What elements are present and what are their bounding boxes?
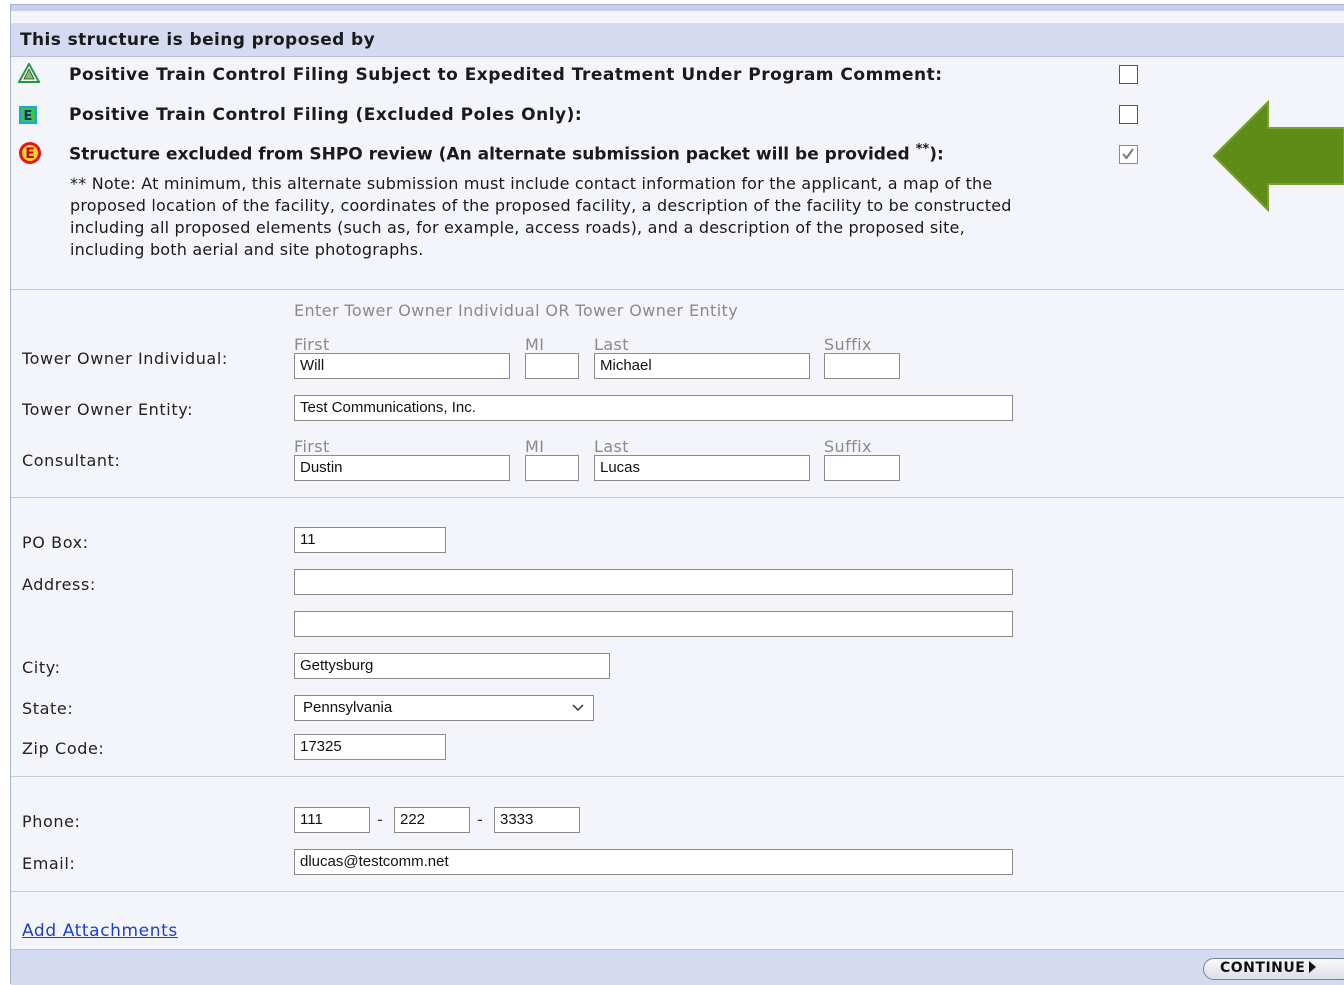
- consultant-last-name-input[interactable]: Lucas: [594, 455, 810, 481]
- phone-prefix-input[interactable]: 222: [394, 807, 470, 833]
- address-line2-input[interactable]: [294, 611, 1013, 637]
- continue-button-label: CONTINUE: [1220, 960, 1306, 976]
- owner-last-name-input[interactable]: Michael: [594, 353, 810, 379]
- checkmark-icon: [1122, 148, 1134, 160]
- green-left-arrow-icon: [1212, 100, 1344, 212]
- consultant-suffix-input[interactable]: [824, 455, 900, 481]
- note-text: Note: At minimum, this alternate submiss…: [70, 174, 1012, 259]
- consultant-label: Consultant:: [22, 451, 121, 470]
- po-box-label: PO Box:: [22, 533, 89, 552]
- owner-mi-input[interactable]: [525, 353, 579, 379]
- section-header: This structure is being proposed by: [11, 23, 1344, 57]
- top-bar: [11, 5, 1344, 11]
- option-ptc-expedited-checkbox[interactable]: [1119, 65, 1138, 84]
- zip-code-label: Zip Code:: [22, 739, 105, 758]
- address-label: Address:: [22, 575, 96, 594]
- email-label: Email:: [22, 854, 76, 873]
- sub-label-first: First: [294, 437, 330, 456]
- owner-entity-input[interactable]: Test Communications, Inc.: [294, 395, 1013, 421]
- state-selected-value: Pennsylvania: [303, 699, 393, 716]
- option-shpo-excluded-text: Structure excluded from SHPO review (An …: [69, 144, 910, 165]
- phone-area-code-input[interactable]: 111: [294, 807, 370, 833]
- continue-button[interactable]: CONTINUE: [1203, 958, 1344, 980]
- tower-owner-individual-label: Tower Owner Individual:: [22, 349, 228, 368]
- divider: [11, 776, 1344, 777]
- option-shpo-excluded-marker: **: [915, 142, 930, 157]
- sub-label-suffix: Suffix: [824, 335, 872, 354]
- phone-separator: -: [377, 810, 383, 829]
- option-shpo-excluded-label: Structure excluded from SHPO review (An …: [69, 142, 944, 165]
- owner-instruction: Enter Tower Owner Individual OR Tower Ow…: [294, 301, 739, 320]
- state-label: State:: [22, 699, 74, 718]
- sub-label-mi: MI: [525, 437, 545, 456]
- zip-code-input[interactable]: 17325: [294, 734, 446, 760]
- section-title: This structure is being proposed by: [20, 30, 376, 50]
- divider: [11, 497, 1344, 498]
- footer-bar: CONTINUE: [11, 949, 1344, 985]
- shpo-note: ** Note: At minimum, this alternate subm…: [70, 173, 1020, 261]
- owner-first-name-input[interactable]: Will: [294, 353, 510, 379]
- state-select[interactable]: Pennsylvania: [294, 695, 594, 721]
- phone-label: Phone:: [22, 812, 81, 831]
- email-input[interactable]: dlucas@testcomm.net: [294, 849, 1013, 875]
- svg-text:E: E: [25, 146, 35, 162]
- option-shpo-excluded-checkbox[interactable]: [1119, 145, 1138, 164]
- option-shpo-excluded-suffix: ):: [929, 144, 944, 165]
- sub-label-last: Last: [594, 335, 629, 354]
- city-input[interactable]: Gettysburg: [294, 653, 610, 679]
- svg-text:E: E: [24, 109, 33, 124]
- phone-line-number-input[interactable]: 3333: [494, 807, 580, 833]
- add-attachments-link[interactable]: Add Attachments: [22, 921, 178, 941]
- sub-label-mi: MI: [525, 335, 545, 354]
- chevron-down-icon: [572, 704, 584, 712]
- owner-suffix-input[interactable]: [824, 353, 900, 379]
- option-ptc-expedited-label: Positive Train Control Filing Subject to…: [69, 65, 943, 85]
- green-warning-triangle-icon: [18, 63, 40, 83]
- play-arrow-icon: [1309, 961, 1317, 973]
- option-ptc-excluded-poles-checkbox[interactable]: [1119, 105, 1138, 124]
- sub-label-last: Last: [594, 437, 629, 456]
- sub-label-suffix: Suffix: [824, 437, 872, 456]
- divider: [11, 289, 1344, 290]
- sub-label-first: First: [294, 335, 330, 354]
- city-label: City:: [22, 658, 61, 677]
- consultant-first-name-input[interactable]: Dustin: [294, 455, 510, 481]
- consultant-mi-input[interactable]: [525, 455, 579, 481]
- option-ptc-excluded-poles-label: Positive Train Control Filing (Excluded …: [69, 105, 583, 125]
- note-marker: **: [70, 174, 87, 193]
- divider: [11, 891, 1344, 892]
- red-e-circle-icon: E: [19, 142, 41, 164]
- tower-owner-entity-label: Tower Owner Entity:: [22, 400, 194, 419]
- blue-e-square-icon: E: [19, 106, 37, 124]
- phone-separator: -: [477, 810, 483, 829]
- address-line1-input[interactable]: [294, 569, 1013, 595]
- po-box-input[interactable]: 11: [294, 527, 446, 553]
- form-panel: This structure is being proposed by Posi…: [10, 4, 1344, 985]
